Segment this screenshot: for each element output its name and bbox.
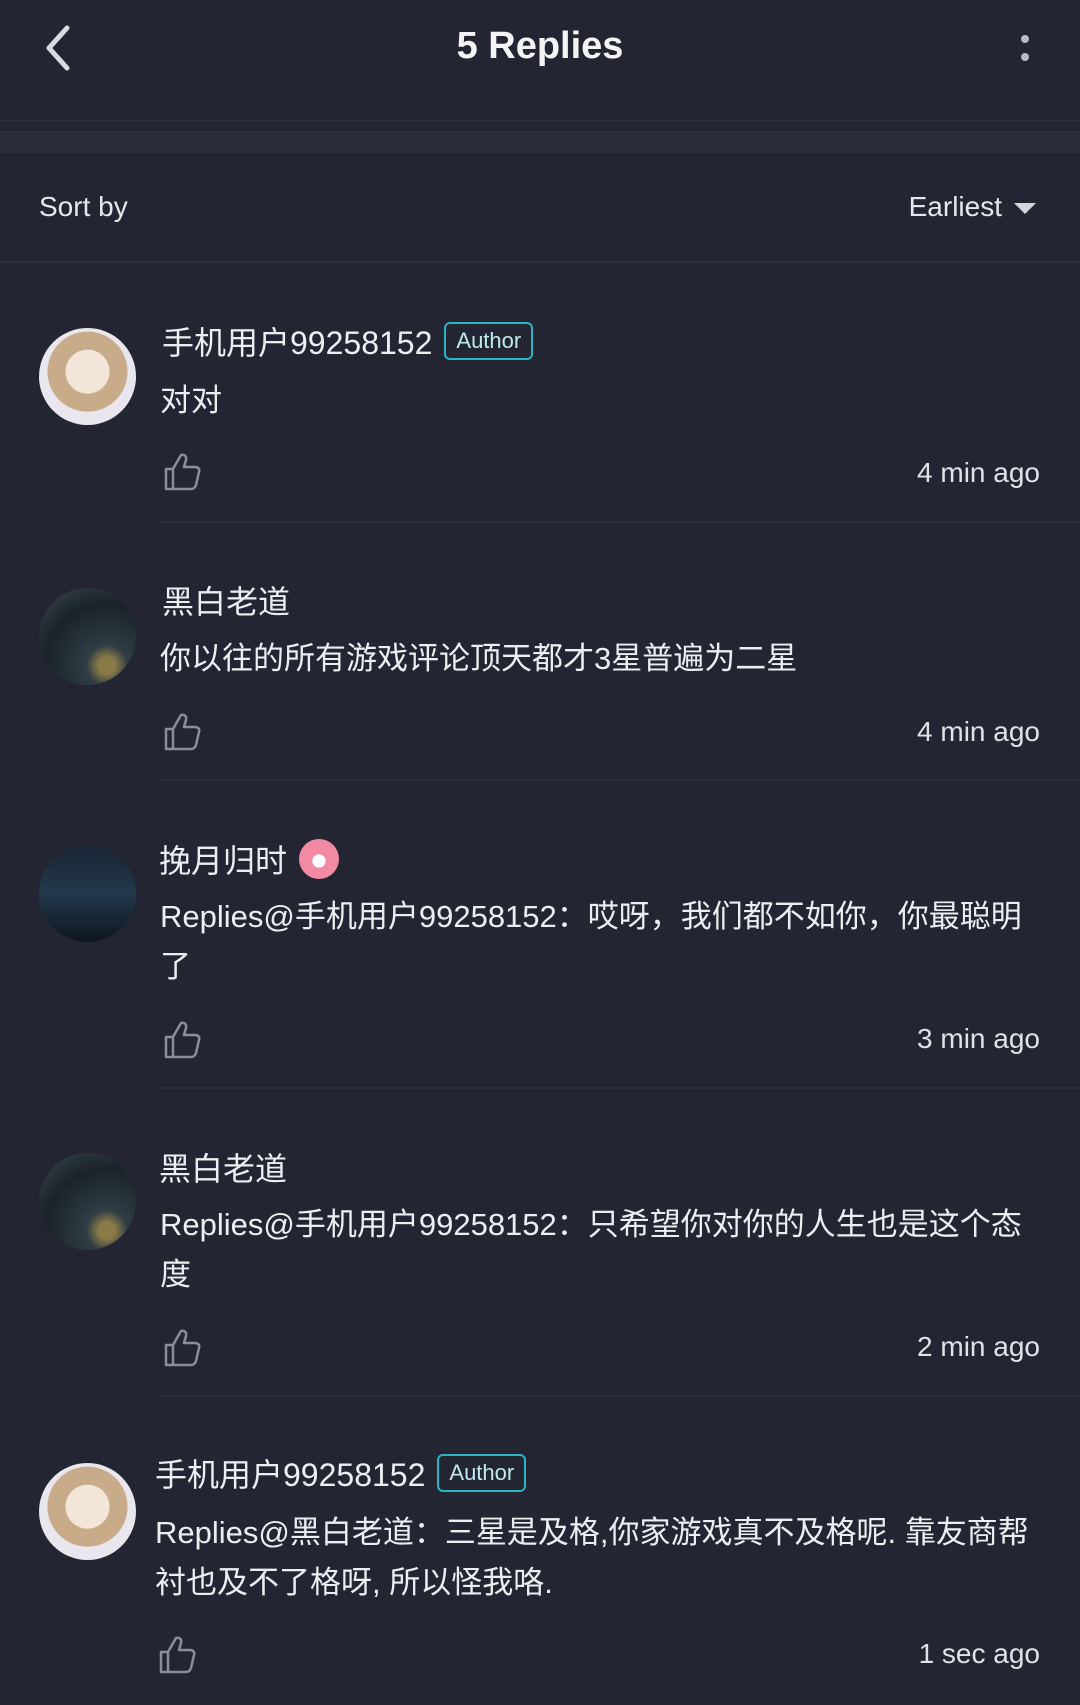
reply-time: 4 min ago: [917, 716, 1040, 747]
fire-icon: [299, 839, 340, 879]
reply-text: 对对: [160, 383, 222, 418]
avatar[interactable]: [39, 1463, 136, 1560]
reply-item: 挽月归时 Replies@手机用户99258152：哎呀，我们都不如你，你最聪明…: [0, 779, 1080, 1089]
reply-item: 手机用户99258152 Author 对对 4 min ago: [0, 263, 1080, 523]
thumbs-up-icon[interactable]: [160, 709, 204, 753]
sort-dropdown[interactable]: Earliest: [909, 191, 1036, 223]
reply-text: Replies@手机用户99258152：哎呀，我们都不如你，你最聪明了: [160, 899, 1022, 984]
reply-text: 你以往的所有游戏评论顶天都才3星普遍为二星: [160, 641, 798, 676]
avatar[interactable]: [39, 588, 136, 685]
username[interactable]: 黑白老道: [159, 1144, 287, 1190]
username-row: 黑白老道: [162, 577, 290, 623]
username-row: 黑白老道: [159, 1144, 287, 1190]
reply-time: 2 min ago: [917, 1331, 1040, 1362]
thumbs-up-icon[interactable]: [155, 1632, 199, 1676]
page-title: 5 Replies: [456, 25, 624, 67]
author-badge: Author: [444, 322, 534, 360]
more-vertical-icon-dot: [1021, 53, 1029, 61]
reply-item: 黑白老道 你以往的所有游戏评论顶天都才3星普遍为二星 4 min ago: [0, 521, 1080, 781]
reply-item: 手机用户99258152 Author Replies@黑白老道：三星是及格,你…: [0, 1395, 1080, 1705]
header-divider: [0, 120, 1080, 121]
thumbs-up-icon[interactable]: [160, 1017, 204, 1061]
section-gap: [0, 131, 1080, 153]
username[interactable]: 手机用户99258152: [162, 318, 432, 364]
sort-row: Sort by Earliest: [0, 153, 1080, 263]
username-row: 手机用户99258152 Author: [162, 318, 534, 364]
caret-down-icon: [1014, 202, 1036, 214]
sort-label: Sort by: [39, 191, 128, 222]
more-options-button[interactable]: [1010, 28, 1040, 68]
thumbs-up-icon[interactable]: [160, 1325, 204, 1369]
username-row: 手机用户99258152 Author: [155, 1450, 527, 1496]
username[interactable]: 黑白老道: [162, 577, 290, 623]
avatar[interactable]: [39, 328, 136, 425]
reply-time: 3 min ago: [917, 1023, 1040, 1054]
reply-time: 4 min ago: [917, 457, 1040, 488]
reply-time: 1 sec ago: [918, 1638, 1040, 1669]
sort-selected-value: Earliest: [908, 191, 1002, 222]
username[interactable]: 挽月归时: [159, 836, 287, 882]
reply-item: 黑白老道 Replies@手机用户99258152：只希望你对你的人生也是这个态…: [0, 1087, 1080, 1397]
top-bar: 5 Replies: [0, 0, 1080, 122]
author-badge: Author: [437, 1454, 527, 1492]
thumbs-up-icon[interactable]: [160, 449, 204, 493]
username[interactable]: 手机用户99258152: [155, 1450, 425, 1496]
reply-text: Replies@手机用户99258152：只希望你对你的人生也是这个态度: [160, 1207, 1022, 1292]
reply-text: Replies@黑白老道：三星是及格,你家游戏真不及格呢. 靠友商帮衬也及不了格…: [155, 1515, 1029, 1600]
more-vertical-icon: [1021, 35, 1029, 43]
username-row: 挽月归时: [159, 836, 340, 882]
avatar[interactable]: [39, 845, 136, 942]
avatar[interactable]: [39, 1153, 136, 1250]
